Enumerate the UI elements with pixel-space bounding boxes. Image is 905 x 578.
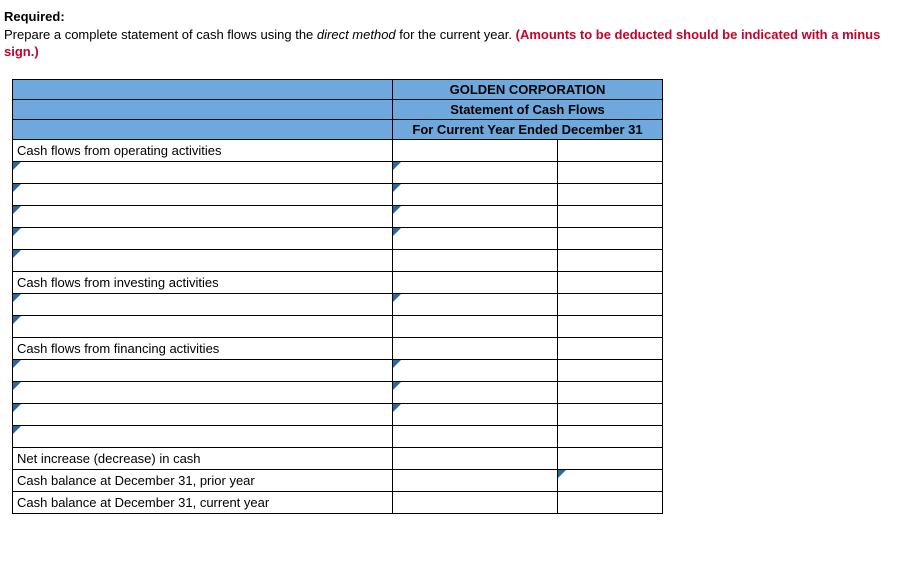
op-line2-desc[interactable] (13, 183, 393, 205)
op-line2-amt[interactable] (393, 183, 558, 205)
fin-line1-desc[interactable] (13, 359, 393, 381)
company-name: GOLDEN CORPORATION (393, 79, 663, 99)
op-line4-c3 (558, 227, 663, 249)
section-investing: Cash flows from investing activities (13, 271, 393, 293)
statement-title: Statement of Cash Flows (393, 99, 663, 119)
fin-hdr-c3 (558, 337, 663, 359)
net-change-c2 (393, 447, 558, 469)
fin-line4-desc[interactable] (13, 425, 393, 447)
section-financing: Cash flows from financing activities (13, 337, 393, 359)
curr-balance-c2 (393, 491, 558, 513)
fin-line3-amt[interactable] (393, 403, 558, 425)
instruction-text-a: Prepare a complete statement of cash flo… (4, 27, 317, 42)
inv-line1-c3 (558, 293, 663, 315)
op-line3-amt[interactable] (393, 205, 558, 227)
fin-line3-c3 (558, 403, 663, 425)
hdr-spacer-3 (13, 119, 393, 139)
cash-flow-table: GOLDEN CORPORATION Statement of Cash Flo… (12, 79, 663, 514)
required-label: Required: (4, 9, 65, 24)
inv-line1-amt[interactable] (393, 293, 558, 315)
section-operating: Cash flows from operating activities (13, 139, 393, 161)
prior-balance-c2 (393, 469, 558, 491)
op-line1-c3 (558, 161, 663, 183)
inv-line1-desc[interactable] (13, 293, 393, 315)
op-line3-desc[interactable] (13, 205, 393, 227)
op-line1-desc[interactable] (13, 161, 393, 183)
op-line4-amt[interactable] (393, 227, 558, 249)
fin-line2-c3 (558, 381, 663, 403)
fin-line2-desc[interactable] (13, 381, 393, 403)
op-line2-c3 (558, 183, 663, 205)
net-change-c3 (558, 447, 663, 469)
fin-line4-c3 (558, 425, 663, 447)
inv-line2-desc[interactable] (13, 315, 393, 337)
op-line5-c2 (393, 249, 558, 271)
fin-line3-desc[interactable] (13, 403, 393, 425)
fin-hdr-c2 (393, 337, 558, 359)
fin-line1-c3 (558, 359, 663, 381)
op-line4-desc[interactable] (13, 227, 393, 249)
instructions: Required: Prepare a complete statement o… (4, 8, 901, 79)
inv-hdr-c2 (393, 271, 558, 293)
instruction-text-c: for the current year. (396, 27, 516, 42)
prior-balance-amt[interactable] (558, 469, 663, 491)
fin-line2-amt[interactable] (393, 381, 558, 403)
op-line5-c3 (558, 249, 663, 271)
net-change-label: Net increase (decrease) in cash (13, 447, 393, 469)
prior-balance-label: Cash balance at December 31, prior year (13, 469, 393, 491)
op-line1-amt[interactable] (393, 161, 558, 183)
op-line5-desc[interactable] (13, 249, 393, 271)
op-hdr-c2 (393, 139, 558, 161)
fin-line4-c2 (393, 425, 558, 447)
hdr-spacer-1 (13, 79, 393, 99)
op-line3-c3 (558, 205, 663, 227)
instruction-text-italic: direct method (317, 27, 396, 42)
op-hdr-c3 (558, 139, 663, 161)
curr-balance-label: Cash balance at December 31, current yea… (13, 491, 393, 513)
inv-hdr-c3 (558, 271, 663, 293)
inv-line2-c2 (393, 315, 558, 337)
curr-balance-c3 (558, 491, 663, 513)
hdr-spacer-2 (13, 99, 393, 119)
fin-line1-amt[interactable] (393, 359, 558, 381)
statement-period: For Current Year Ended December 31 (393, 119, 663, 139)
inv-line2-c3 (558, 315, 663, 337)
